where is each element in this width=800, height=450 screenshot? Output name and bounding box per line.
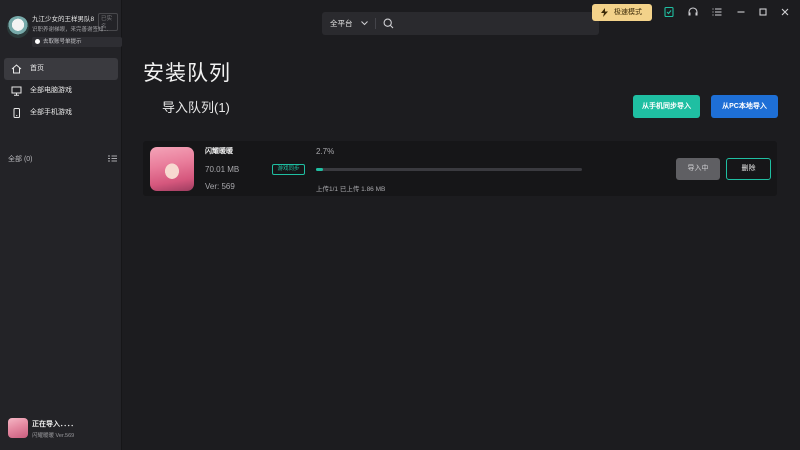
platform-select[interactable]: 全平台	[330, 12, 353, 35]
menu-icon[interactable]	[711, 6, 723, 18]
game-name: 闪耀暖暖	[205, 148, 233, 155]
close-icon[interactable]	[779, 6, 791, 18]
phone-icon	[13, 108, 20, 118]
divider	[375, 18, 376, 29]
account-hint-row[interactable]: 去取账号单提示	[32, 37, 122, 47]
category-all[interactable]: 全部 (0)	[8, 154, 33, 164]
sidebar-item-label: 全部手机游戏	[30, 109, 72, 116]
upload-status: 上传1/1 已上传 1.86 MB	[316, 186, 386, 193]
speed-mode-button[interactable]: 极速模式	[592, 4, 652, 21]
import-from-pc-button[interactable]: 从PC本地导入	[711, 95, 778, 118]
account-hint-label: 去取账号单提示	[43, 39, 82, 45]
game-size: 70.01 MB	[205, 165, 240, 174]
importing-status[interactable]: 正在导入．．．． 闪耀暖暖 Ver.569	[8, 418, 120, 442]
tasks-icon[interactable]	[663, 6, 675, 18]
sidebar-item-mobile-games[interactable]: 全部手机游戏	[4, 102, 118, 124]
headset-icon[interactable]	[687, 6, 699, 18]
progress-percent: 2.7%	[316, 147, 335, 156]
importing-subtitle: 闪耀暖暖 Ver.569	[32, 433, 75, 439]
search-icon[interactable]	[383, 18, 394, 29]
maximize-icon[interactable]	[757, 6, 769, 18]
speed-mode-label: 极速模式	[614, 9, 642, 16]
chevron-down-icon[interactable]	[361, 20, 368, 26]
queue-item: 闪耀暖暖 70.01 MB Ver: 569 游戏同步 2.7% 上传1/1 已…	[143, 141, 777, 196]
importing-title: 正在导入．．．．	[32, 421, 78, 428]
progress-fill	[316, 168, 324, 171]
sidebar-item-label: 首页	[30, 65, 44, 72]
user-subtitle: 识职养谢梯眼，来完善谢签知...	[32, 27, 109, 33]
page-title: 安装队列	[143, 62, 231, 85]
progress-bar	[316, 168, 582, 171]
platform-search-bar[interactable]: 全平台	[322, 12, 599, 35]
home-icon	[11, 64, 22, 74]
sidebar-item-home[interactable]: 首页	[4, 58, 118, 80]
import-from-phone-button[interactable]: 从手机同步导入	[633, 95, 700, 118]
delete-button[interactable]: 删除	[726, 158, 771, 180]
user-profile[interactable]: 九江少女的王样男队8 已实名 识职养谢梯眼，来完善谢签知... 去取账号单提示	[6, 10, 122, 50]
game-thumbnail	[8, 418, 28, 438]
sidebar-item-pc-games[interactable]: 全部电脑游戏	[4, 80, 118, 102]
importing-button[interactable]: 导入中	[676, 158, 720, 180]
hint-dot-icon	[35, 38, 40, 44]
queue-title: 导入队列(1)	[162, 100, 230, 115]
list-icon[interactable]	[108, 155, 117, 162]
minimize-icon[interactable]	[735, 6, 747, 18]
sidebar: 九江少女的王样男队8 已实名 识职养谢梯眼，来完善谢签知... 去取账号单提示 …	[0, 0, 122, 450]
monitor-icon	[11, 86, 22, 96]
game-version: Ver: 569	[205, 182, 235, 191]
user-name: 九江少女的王样男队8	[32, 16, 95, 23]
sync-badge: 游戏同步	[272, 164, 305, 175]
sidebar-item-label: 全部电脑游戏	[30, 87, 72, 94]
lightning-icon	[601, 8, 608, 17]
game-icon	[150, 147, 194, 191]
avatar[interactable]	[7, 16, 29, 38]
